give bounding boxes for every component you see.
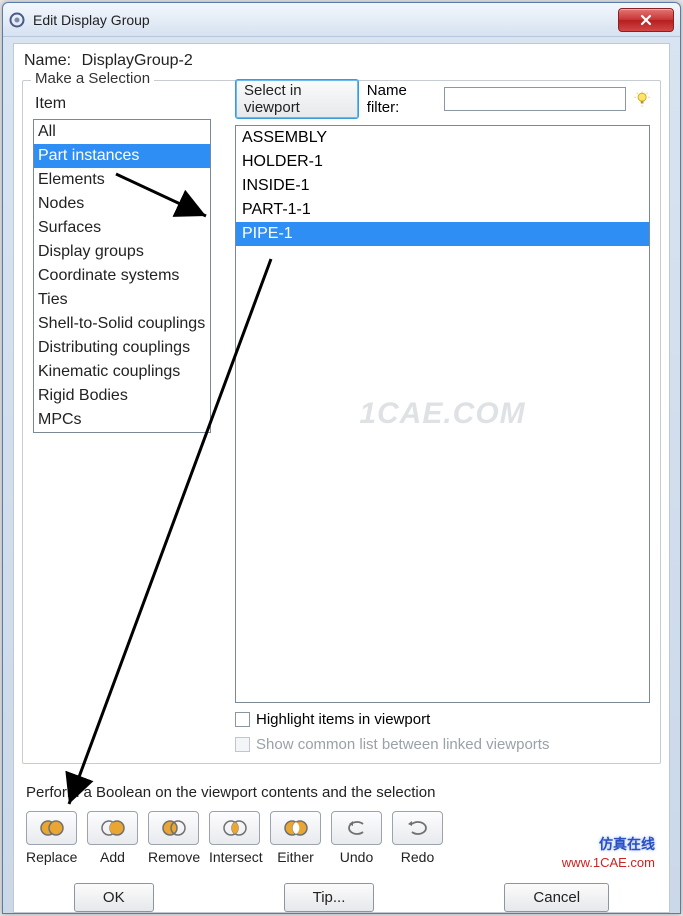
app-icon <box>9 12 25 28</box>
undo-button[interactable] <box>331 811 382 845</box>
ok-button[interactable]: OK <box>74 883 154 912</box>
close-button[interactable] <box>618 8 674 32</box>
add-button[interactable] <box>87 811 138 845</box>
tip-bulb-icon[interactable] <box>634 90 650 108</box>
item-row[interactable]: Surfaces <box>34 216 210 240</box>
instance-row[interactable]: HOLDER-1 <box>236 150 649 174</box>
commonlist-checkbox-row: Show common list between linked viewport… <box>235 736 650 753</box>
close-icon <box>640 14 652 26</box>
watermark-text: 1CAE.COM <box>359 397 525 431</box>
cancel-button[interactable]: Cancel <box>504 883 609 912</box>
instance-row[interactable]: PIPE-1 <box>236 222 649 246</box>
either-caption: Either <box>270 849 321 865</box>
commonlist-checkbox <box>235 737 250 752</box>
window-title: Edit Display Group <box>33 12 618 28</box>
item-row[interactable]: Rigid Bodies <box>34 384 210 408</box>
item-row[interactable]: Ties <box>34 288 210 312</box>
boolean-label: Perform a Boolean on the viewport conten… <box>26 784 657 801</box>
dialog-body: Name: DisplayGroup-2 Make a Selection It… <box>13 43 670 913</box>
item-row[interactable]: Distributing couplings <box>34 336 210 360</box>
redo-icon <box>402 818 434 838</box>
name-filter-label: Name filter: <box>367 82 436 116</box>
item-listbox[interactable]: AllPart instancesElementsNodesSurfacesDi… <box>33 119 211 433</box>
replace-button[interactable] <box>26 811 77 845</box>
item-row[interactable]: All <box>34 120 210 144</box>
add-icon <box>97 818 129 838</box>
instance-row[interactable]: ASSEMBLY <box>236 126 649 150</box>
either-button[interactable] <box>270 811 321 845</box>
select-in-viewport-button[interactable]: Select in viewport <box>235 79 359 119</box>
intersect-icon <box>219 818 251 838</box>
item-row[interactable]: Shell-to-Solid couplings <box>34 312 210 336</box>
instance-row[interactable]: INSIDE-1 <box>236 174 649 198</box>
selection-fieldset: Make a Selection Item AllPart instancesE… <box>22 80 661 764</box>
item-row[interactable]: Elements <box>34 168 210 192</box>
either-icon <box>280 818 312 838</box>
item-row[interactable]: Display groups <box>34 240 210 264</box>
add-caption: Add <box>87 849 138 865</box>
instances-listbox[interactable]: 1CAE.COM ASSEMBLYHOLDER-1INSIDE-1PART-1-… <box>235 125 650 703</box>
item-row[interactable]: Nodes <box>34 192 210 216</box>
intersect-caption: Intersect <box>209 849 260 865</box>
undo-caption: Undo <box>331 849 382 865</box>
replace-icon <box>36 818 68 838</box>
highlight-checkbox[interactable] <box>235 712 250 727</box>
boolean-button-row <box>26 811 657 845</box>
external-cn-text: 仿真在线 <box>599 834 655 854</box>
titlebar[interactable]: Edit Display Group <box>3 3 680 37</box>
redo-button[interactable] <box>392 811 443 845</box>
item-row[interactable]: MPCs <box>34 408 210 432</box>
name-value: DisplayGroup-2 <box>82 52 193 69</box>
highlight-checkbox-row[interactable]: Highlight items in viewport <box>235 711 650 728</box>
commonlist-checkbox-label: Show common list between linked viewport… <box>256 736 549 753</box>
instance-row[interactable]: PART-1-1 <box>236 198 649 222</box>
highlight-checkbox-label: Highlight items in viewport <box>256 711 430 728</box>
window-frame: Edit Display Group Name: DisplayGroup-2 … <box>2 2 681 914</box>
item-row[interactable]: Kinematic couplings <box>34 360 210 384</box>
name-label: Name: <box>24 52 71 69</box>
remove-button[interactable] <box>148 811 199 845</box>
fieldset-legend: Make a Selection <box>31 70 154 87</box>
external-url-text: www.1CAE.com <box>562 855 655 870</box>
tip-button[interactable]: Tip... <box>284 883 375 912</box>
redo-caption: Redo <box>392 849 443 865</box>
replace-caption: Replace <box>26 849 77 865</box>
item-row[interactable]: Coordinate systems <box>34 264 210 288</box>
undo-icon <box>341 818 373 838</box>
intersect-button[interactable] <box>209 811 260 845</box>
remove-icon <box>158 818 190 838</box>
remove-caption: Remove <box>148 849 199 865</box>
name-filter-input[interactable] <box>444 87 626 111</box>
item-row[interactable]: Part instances <box>34 144 210 168</box>
